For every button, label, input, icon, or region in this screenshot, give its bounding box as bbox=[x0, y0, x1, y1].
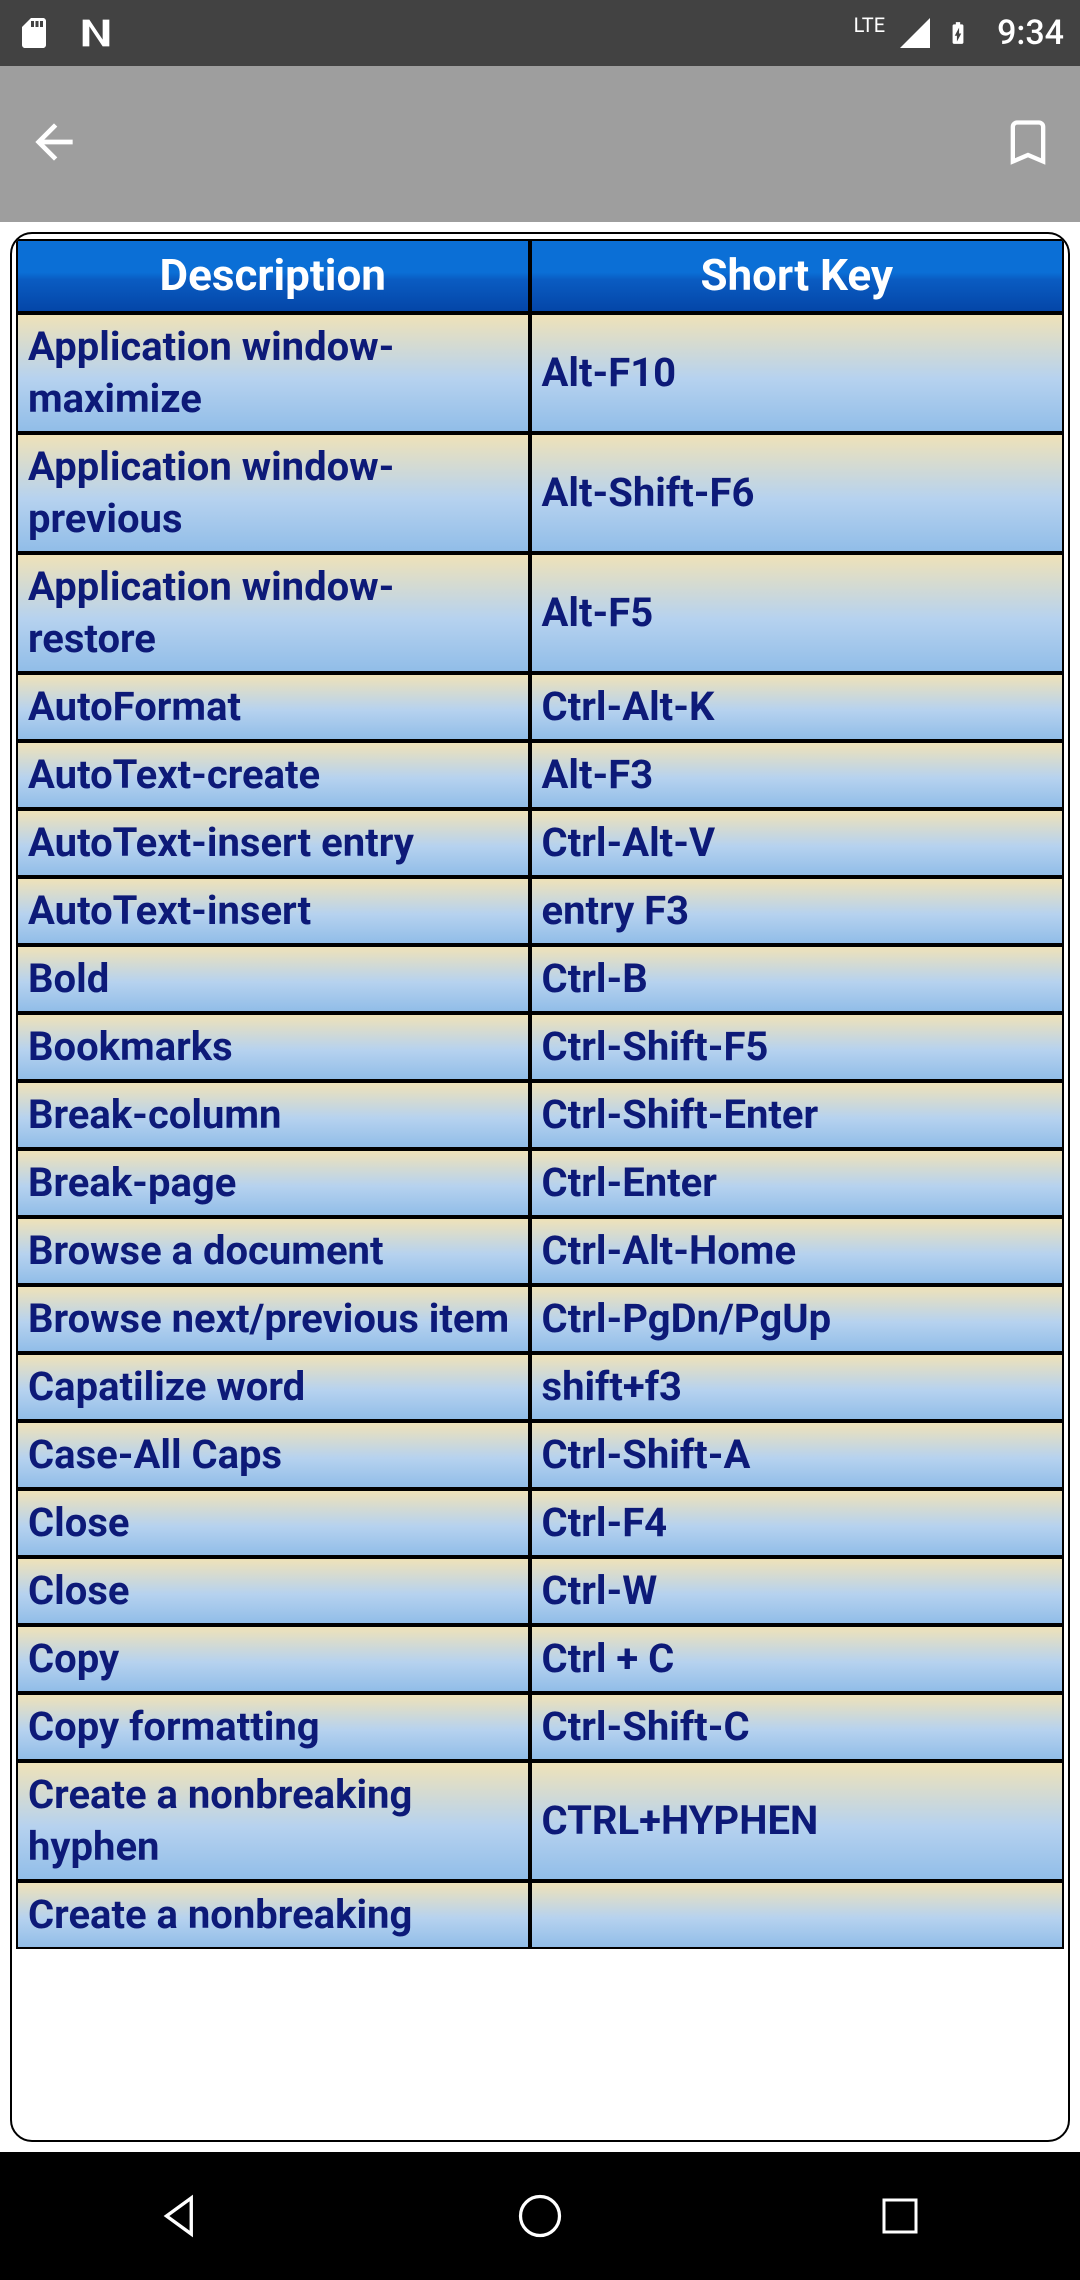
nav-home-button[interactable] bbox=[470, 2152, 610, 2280]
table-body: Application window-maximizeAlt-F10 Appli… bbox=[16, 313, 1064, 1949]
cell-desc: Create a nonbreaking hyphen bbox=[16, 1761, 530, 1881]
signal-icon bbox=[897, 15, 933, 51]
device-screen: LTE 9:34 Description bbox=[0, 0, 1080, 2280]
table-row: CloseCtrl-F4 bbox=[16, 1489, 1064, 1557]
header-description: Description bbox=[16, 239, 530, 313]
table-row: Capatilize wordshift+f3 bbox=[16, 1353, 1064, 1421]
cell-desc: Create a nonbreaking bbox=[16, 1881, 530, 1949]
back-button[interactable] bbox=[26, 114, 82, 174]
table-row: Application window-previousAlt-Shift-F6 bbox=[16, 433, 1064, 553]
sd-card-icon bbox=[16, 13, 52, 53]
app-bar bbox=[0, 66, 1080, 222]
table-row: AutoText-insert entryCtrl-Alt-V bbox=[16, 809, 1064, 877]
table-row: Application window-maximizeAlt-F10 bbox=[16, 313, 1064, 433]
cell-key: Ctrl-Alt-Home bbox=[530, 1217, 1064, 1285]
cell-key: Alt-Shift-F6 bbox=[530, 433, 1064, 553]
cell-desc: Browse a document bbox=[16, 1217, 530, 1285]
cell-key: Ctrl-PgDn/PgUp bbox=[530, 1285, 1064, 1353]
cell-key: shift+f3 bbox=[530, 1353, 1064, 1421]
table-row: BookmarksCtrl-Shift-F5 bbox=[16, 1013, 1064, 1081]
cell-key: Ctrl-Alt-K bbox=[530, 673, 1064, 741]
cell-key: Ctrl-Shift-Enter bbox=[530, 1081, 1064, 1149]
cell-key bbox=[530, 1881, 1064, 1949]
cell-key: Ctrl-B bbox=[530, 945, 1064, 1013]
cell-desc: Browse next/previous item bbox=[16, 1285, 530, 1353]
cell-desc: Application window-previous bbox=[16, 433, 530, 553]
shortcuts-panel: Description Short Key Application window… bbox=[10, 232, 1070, 2142]
cell-key: Ctrl-Shift-A bbox=[530, 1421, 1064, 1489]
cell-desc: AutoText-create bbox=[16, 741, 530, 809]
cell-desc: Copy formatting bbox=[16, 1693, 530, 1761]
table-row: Copy formattingCtrl-Shift-C bbox=[16, 1693, 1064, 1761]
cell-key: CTRL+HYPHEN bbox=[530, 1761, 1064, 1881]
cell-desc: AutoText-insert bbox=[16, 877, 530, 945]
cell-desc: Capatilize word bbox=[16, 1353, 530, 1421]
clock: 9:34 bbox=[997, 13, 1064, 53]
cell-desc: Bold bbox=[16, 945, 530, 1013]
table-row: AutoFormatCtrl-Alt-K bbox=[16, 673, 1064, 741]
battery-charging-icon bbox=[945, 13, 971, 53]
shortcuts-table: Description Short Key Application window… bbox=[16, 239, 1064, 1949]
cell-key: Alt-F10 bbox=[530, 313, 1064, 433]
cell-key: Ctrl-Enter bbox=[530, 1149, 1064, 1217]
table-row: Case-All CapsCtrl-Shift-A bbox=[16, 1421, 1064, 1489]
cell-key: entry F3 bbox=[530, 877, 1064, 945]
cell-desc: Case-All Caps bbox=[16, 1421, 530, 1489]
n-notification-icon bbox=[74, 13, 118, 53]
status-bar: LTE 9:34 bbox=[0, 0, 1080, 66]
header-shortkey: Short Key bbox=[530, 239, 1064, 313]
cell-desc: Application window-maximize bbox=[16, 313, 530, 433]
table-row: Create a nonbreaking hyphenCTRL+HYPHEN bbox=[16, 1761, 1064, 1881]
cell-desc: Bookmarks bbox=[16, 1013, 530, 1081]
content-area[interactable]: Description Short Key Application window… bbox=[0, 222, 1080, 2152]
cell-key: Ctrl + C bbox=[530, 1625, 1064, 1693]
cell-key: Alt-F5 bbox=[530, 553, 1064, 673]
cell-key: Ctrl-Shift-C bbox=[530, 1693, 1064, 1761]
navigation-bar bbox=[0, 2152, 1080, 2280]
table-header-row: Description Short Key bbox=[16, 239, 1064, 313]
table-row: AutoText-insertentry F3 bbox=[16, 877, 1064, 945]
table-row: CloseCtrl-W bbox=[16, 1557, 1064, 1625]
network-label: LTE bbox=[854, 15, 885, 35]
cell-desc: Close bbox=[16, 1557, 530, 1625]
table-row: Browse a documentCtrl-Alt-Home bbox=[16, 1217, 1064, 1285]
table-row: Break-pageCtrl-Enter bbox=[16, 1149, 1064, 1217]
table-row: Create a nonbreaking bbox=[16, 1881, 1064, 1949]
cell-key: Ctrl-Alt-V bbox=[530, 809, 1064, 877]
cell-key: Ctrl-F4 bbox=[530, 1489, 1064, 1557]
cell-desc: Break-column bbox=[16, 1081, 530, 1149]
cell-key: Ctrl-Shift-F5 bbox=[530, 1013, 1064, 1081]
cell-desc: Application window-restore bbox=[16, 553, 530, 673]
cell-desc: AutoFormat bbox=[16, 673, 530, 741]
table-row: BoldCtrl-B bbox=[16, 945, 1064, 1013]
cell-key: Ctrl-W bbox=[530, 1557, 1064, 1625]
cell-desc: Copy bbox=[16, 1625, 530, 1693]
table-row: Break-columnCtrl-Shift-Enter bbox=[16, 1081, 1064, 1149]
nav-recents-button[interactable] bbox=[830, 2152, 970, 2280]
nav-back-button[interactable] bbox=[110, 2152, 250, 2280]
table-row: AutoText-createAlt-F3 bbox=[16, 741, 1064, 809]
cell-desc: Break-page bbox=[16, 1149, 530, 1217]
table-row: Application window-restoreAlt-F5 bbox=[16, 553, 1064, 673]
cell-desc: Close bbox=[16, 1489, 530, 1557]
table-row: Browse next/previous itemCtrl-PgDn/PgUp bbox=[16, 1285, 1064, 1353]
table-row: CopyCtrl + C bbox=[16, 1625, 1064, 1693]
cell-key: Alt-F3 bbox=[530, 741, 1064, 809]
cell-desc: AutoText-insert entry bbox=[16, 809, 530, 877]
bookmark-button[interactable] bbox=[1002, 116, 1054, 172]
